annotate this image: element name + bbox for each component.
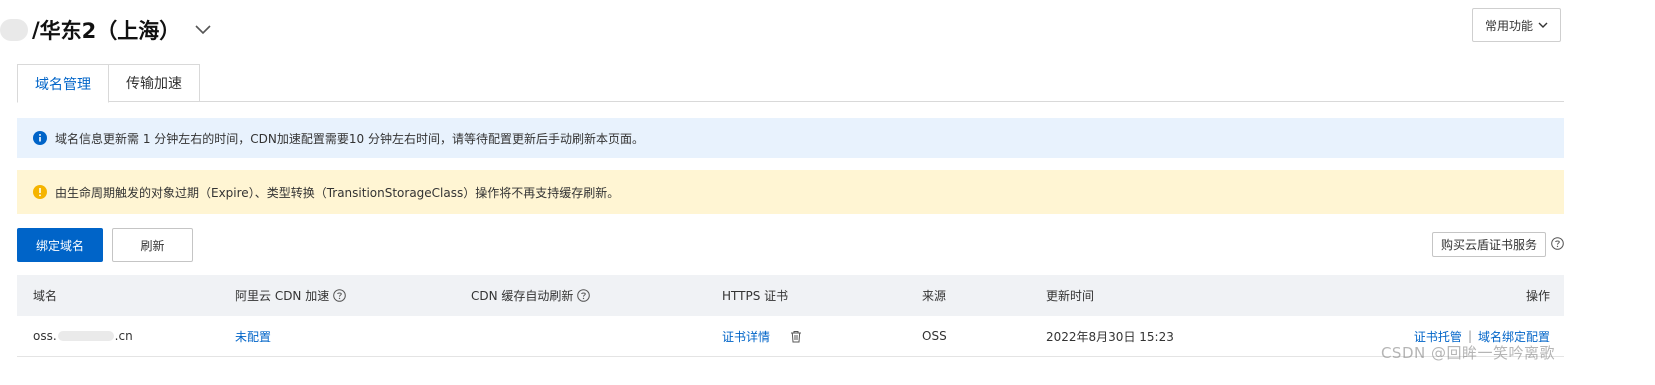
cdn-not-configured-link[interactable]: 未配置	[235, 328, 271, 345]
tab-transfer-acceleration[interactable]: 传输加速	[109, 64, 200, 102]
buy-cert-button[interactable]: 购买云盾证书服务	[1431, 232, 1546, 257]
chevron-down-icon	[1538, 18, 1548, 32]
updated-value: 2022年8月30日 15:23	[1046, 329, 1174, 344]
column-label: CDN 缓存自动刷新	[471, 289, 574, 303]
domain-prefix: oss.	[33, 329, 57, 343]
column-label: 域名	[33, 289, 58, 303]
cdn-cell: 未配置	[235, 328, 271, 345]
table-header: 域名 阿里云 CDN 加速 CDN 缓存自动刷新 HTTPS 证书 来源 更新时…	[17, 275, 1564, 316]
table-row: oss. .cn 未配置 证书详情 OSS 2022年8月30日 15:23 证…	[17, 316, 1564, 357]
column-label: 更新时间	[1046, 289, 1095, 303]
action-separator: |	[1467, 329, 1472, 343]
bind-domain-button[interactable]: 绑定域名	[17, 228, 103, 262]
column-header-https: HTTPS 证书	[722, 287, 788, 304]
domain-suffix: .cn	[114, 329, 133, 343]
column-header-actions: 操作	[1526, 287, 1550, 304]
common-functions-label: 常用功能	[1484, 18, 1533, 33]
help-icon[interactable]	[577, 289, 591, 302]
warning-icon	[33, 185, 47, 199]
column-label: 阿里云 CDN 加速	[235, 289, 330, 303]
cert-cell: 证书详情	[722, 328, 802, 345]
tab-label: 域名管理	[35, 76, 91, 93]
column-label: 操作	[1525, 289, 1550, 303]
domain-cell: oss. .cn	[33, 329, 133, 343]
tab-bar: 域名管理 传输加速	[17, 64, 1564, 103]
common-functions-button[interactable]: 常用功能	[1471, 8, 1561, 42]
info-alert-text: 域名信息更新需 1 分钟左右的时间，CDN加速配置需要10 分钟左右时间，请等待…	[55, 131, 644, 146]
chevron-down-icon[interactable]	[192, 19, 214, 41]
warning-alert: 由生命周期触发的对象过期（Expire）、类型转换（TransitionStor…	[17, 170, 1564, 214]
source-value: OSS	[922, 329, 947, 343]
column-header-cdn: 阿里云 CDN 加速	[235, 287, 347, 304]
help-icon[interactable]	[1551, 237, 1564, 253]
help-icon[interactable]	[333, 289, 347, 302]
column-header-cdn-refresh: CDN 缓存自动刷新	[471, 287, 591, 304]
trash-icon[interactable]	[790, 330, 802, 343]
tab-domain-management[interactable]: 域名管理	[17, 64, 109, 103]
watermark: CSDN @回眸一笑吟离歌	[1380, 344, 1555, 362]
domain-redacted	[57, 331, 114, 341]
cert-details-link[interactable]: 证书详情	[722, 328, 770, 345]
info-alert: 域名信息更新需 1 分钟左右的时间，CDN加速配置需要10 分钟左右时间，请等待…	[17, 118, 1564, 158]
updated-cell: 2022年8月30日 15:23	[1046, 328, 1174, 345]
info-icon	[33, 131, 47, 145]
page-header: / 华东2（上海）	[0, 10, 214, 50]
column-label: 来源	[922, 289, 947, 303]
page-title: / 华东2（上海）	[32, 15, 214, 45]
title-prefix: /	[32, 18, 40, 42]
source-cell: OSS	[922, 329, 947, 343]
column-header-updated: 更新时间	[1046, 287, 1094, 304]
column-header-domain: 域名	[33, 287, 57, 304]
column-header-source: 来源	[922, 287, 946, 304]
column-label: HTTPS 证书	[722, 289, 789, 303]
region-title: 华东2（上海）	[39, 19, 181, 43]
domain-table: 域名 阿里云 CDN 加速 CDN 缓存自动刷新 HTTPS 证书 来源 更新时…	[17, 275, 1564, 357]
warning-alert-text: 由生命周期触发的对象过期（Expire）、类型转换（TransitionStor…	[55, 185, 620, 200]
bucket-name-redacted	[0, 19, 28, 41]
tab-label: 传输加速	[126, 76, 182, 92]
refresh-button[interactable]: 刷新	[112, 228, 193, 262]
